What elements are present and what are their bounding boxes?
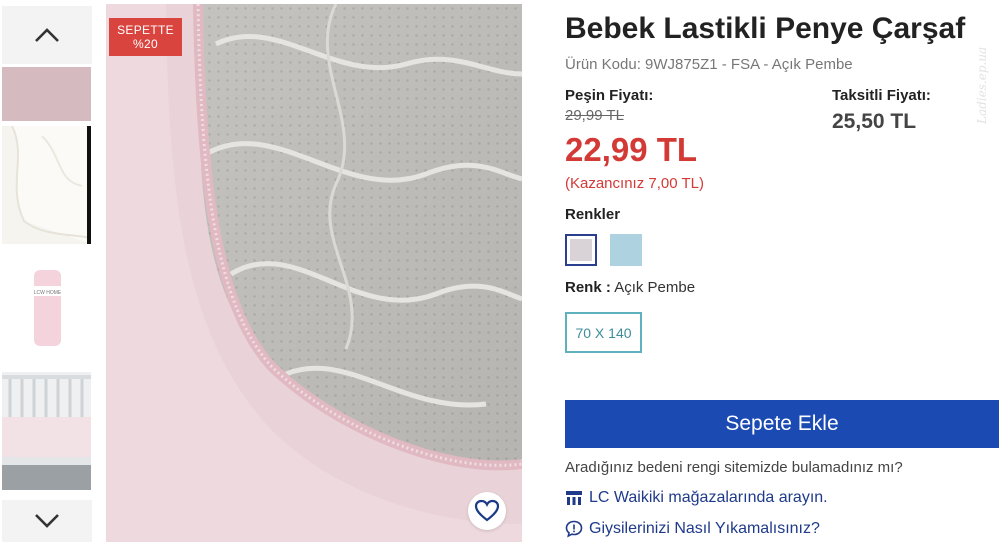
savings-text: (Kazancınız 7,00 TL) — [565, 175, 704, 192]
colors-label: Renkler — [565, 206, 621, 223]
info-bubble-icon — [565, 520, 583, 538]
selected-color-label: Renk : — [565, 279, 611, 296]
discount-badge: SEPETTE %20 — [109, 18, 182, 56]
current-price: 22,99 TL — [565, 131, 698, 168]
store-search-link-label[interactable]: LC Waikiki mağazalarında arayın. — [589, 489, 828, 507]
thumbnail-package-text: LCW HOME — [34, 290, 62, 296]
wash-guide-link-label[interactable]: Giysilerinizi Nasıl Yıkamalısınız? — [589, 520, 820, 538]
thumbnail-image-1[interactable] — [2, 67, 91, 121]
add-to-cart-button[interactable]: Sepete Ekle — [565, 400, 999, 448]
installment-price-label: Taksitli Fiyatı: — [832, 87, 931, 104]
selected-color-value: Açık Pembe — [614, 279, 696, 296]
watermark: Ladies.ep.ua — [975, 46, 989, 124]
discount-badge-line2: %20 — [133, 37, 158, 51]
color-swatch-light-blue[interactable] — [610, 234, 642, 266]
thumbnail-image-4[interactable] — [2, 372, 91, 490]
heart-icon — [474, 499, 500, 522]
size-option-70x140[interactable]: 70 X 140 — [565, 312, 642, 353]
thumbnail-image-3[interactable]: LCW HOME — [2, 250, 91, 365]
store-icon — [566, 491, 582, 505]
add-to-favorites-button[interactable] — [468, 492, 506, 530]
thumbnail-scroll-down-button[interactable] — [2, 500, 92, 542]
cash-price-label: Peşin Fiyatı: — [565, 87, 654, 104]
wash-guide-link[interactable]: Giysilerinizi Nasıl Yıkamalısınız? — [565, 520, 820, 538]
color-swatch-light-pink[interactable] — [565, 234, 597, 266]
store-search-link[interactable]: LC Waikiki mağazalarında arayın. — [565, 489, 828, 507]
thumbnail-gallery: LCW HOME — [0, 0, 92, 542]
thumbnail-scroll-up-button[interactable] — [2, 6, 92, 64]
product-title: Bebek Lastikli Penye Çarşaf — [565, 12, 966, 45]
installment-price: 25,50 TL — [832, 110, 917, 133]
main-product-image[interactable] — [106, 4, 522, 542]
product-code: Ürün Kodu: 9WJ875Z1 - FSA - Açık Pembe — [565, 56, 853, 73]
thumbnail-active-indicator — [87, 126, 91, 244]
selected-color: Renk : Açık Pembe — [565, 279, 695, 296]
discount-badge-line1: SEPETTE — [117, 23, 174, 37]
chevron-down-icon — [35, 514, 59, 528]
old-price: 29,99 TL — [565, 107, 624, 124]
chevron-up-icon — [35, 28, 59, 42]
size-not-found-text: Aradığınız bedeni rengi sitemizde bulama… — [565, 459, 903, 476]
thumbnail-image-2[interactable] — [2, 126, 91, 244]
